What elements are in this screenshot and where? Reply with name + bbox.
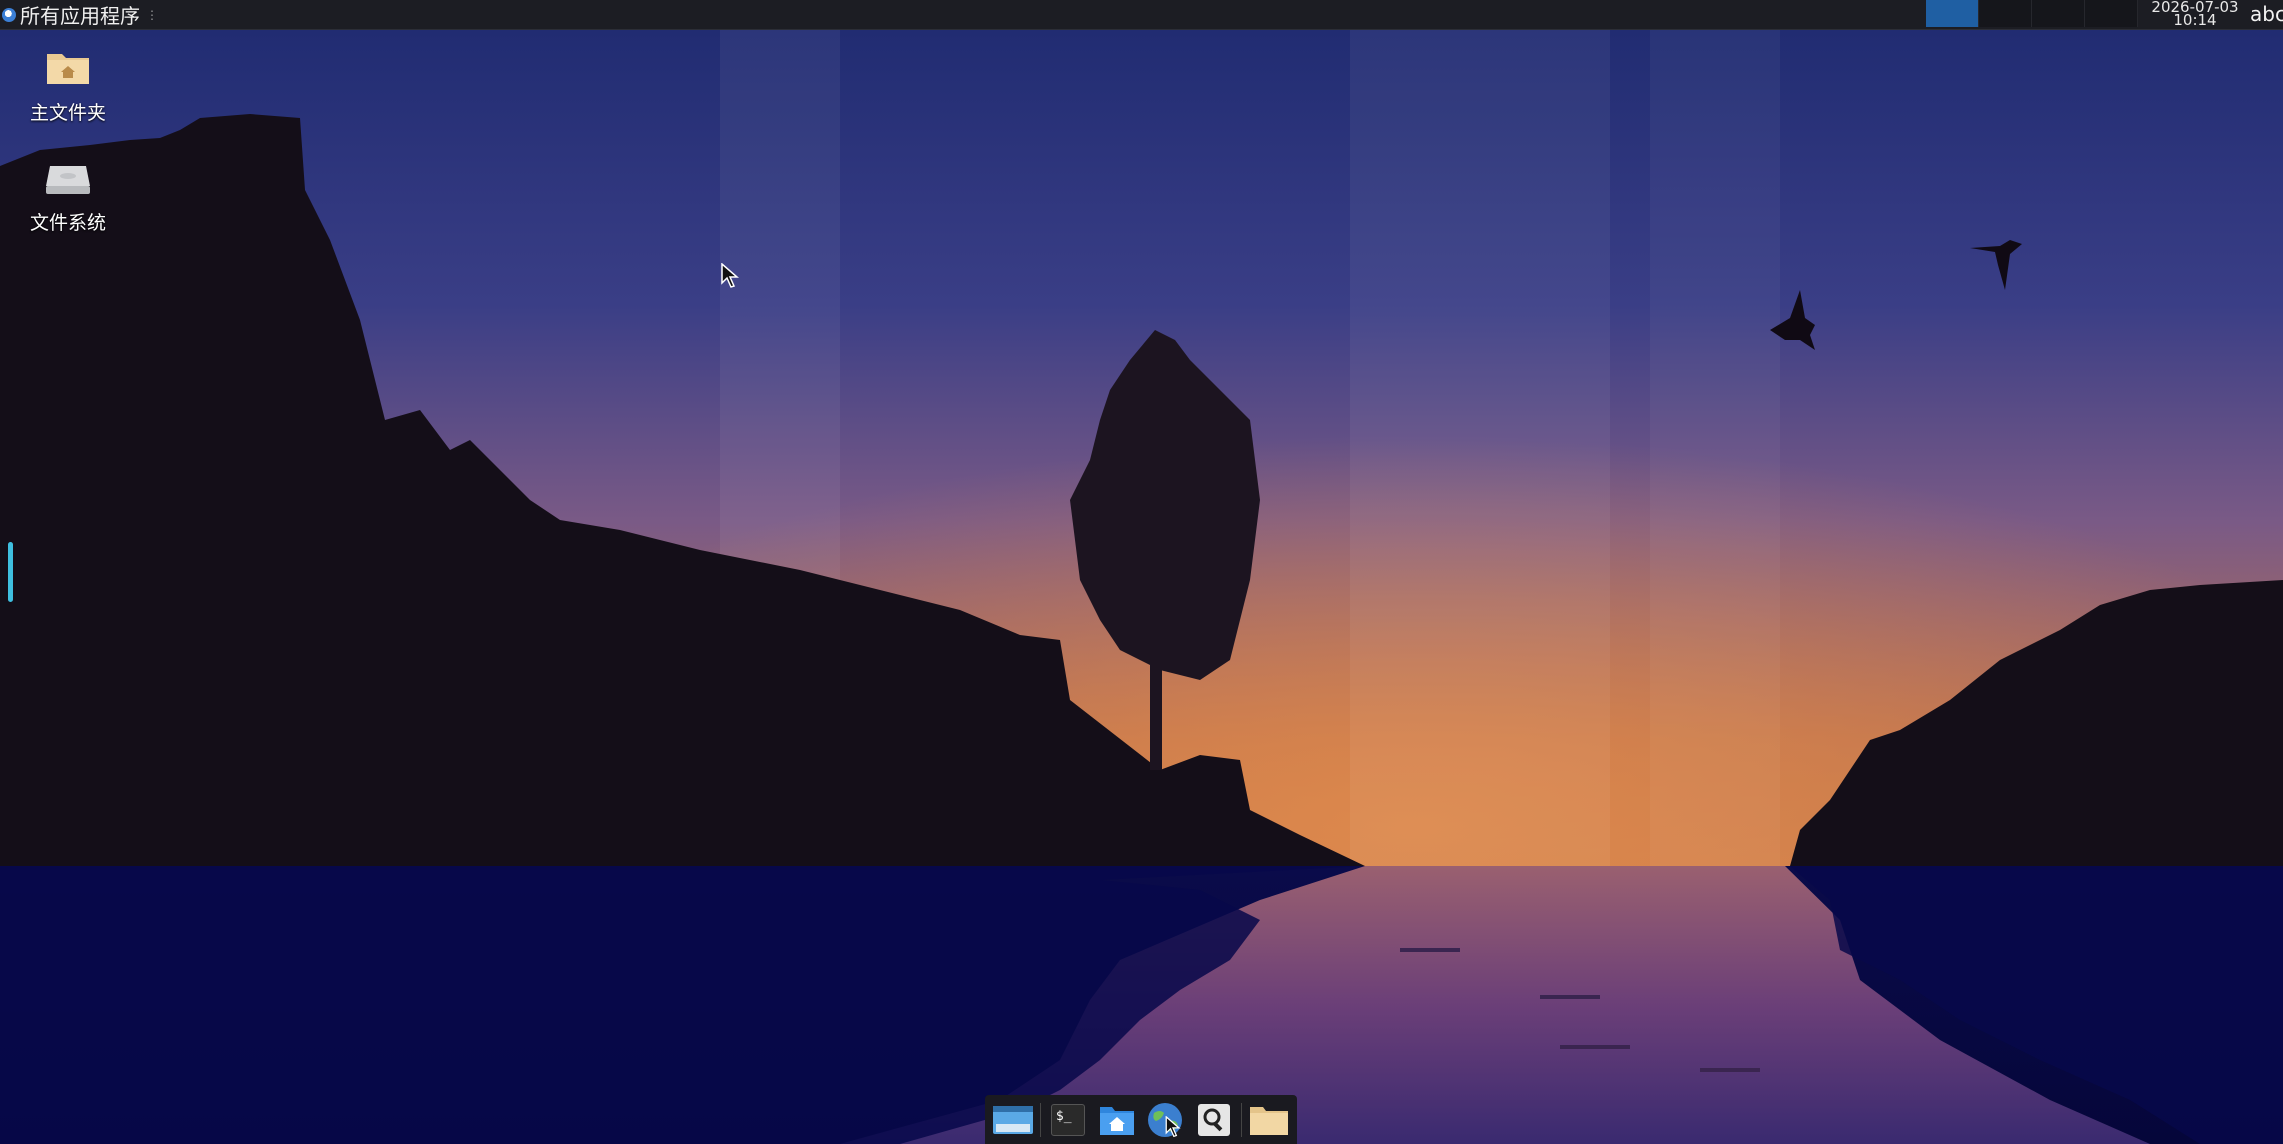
workspace-3[interactable] [2032, 0, 2085, 27]
wallpaper [0, 0, 2283, 1144]
desktop-icon-filesystem[interactable]: 文件系统 [13, 158, 123, 235]
home-folder-icon [1099, 1106, 1134, 1135]
xfce-logo-icon [2, 7, 16, 22]
dock-file-manager[interactable] [1247, 1100, 1291, 1140]
dock-show-desktop[interactable] [991, 1100, 1035, 1140]
applications-menu-label: 所有应用程序 [20, 4, 140, 28]
desktop-icon-label: 主文件夹 [29, 102, 106, 124]
desktop[interactable]: 所有应用程序 ⋮ 2026-07-03 10:14 abc 主文件夹 文件系统 … [0, 0, 2283, 1144]
applications-menu-button[interactable]: 所有应用程序 ⋮ [2, 0, 158, 29]
show-desktop-icon [993, 1105, 1034, 1134]
dock-app-finder[interactable] [1192, 1100, 1236, 1140]
dock: $_ [985, 1095, 1297, 1144]
dock-separator [1240, 1102, 1242, 1137]
clock[interactable]: 2026-07-03 10:14 [2140, 0, 2250, 29]
mouse-cursor-icon [1165, 1115, 1181, 1137]
home-folder-icon [47, 54, 89, 84]
top-panel: 所有应用程序 ⋮ 2026-07-03 10:14 abc [0, 0, 2283, 30]
workspace-switcher[interactable] [1926, 0, 2138, 29]
keyboard-layout-indicator[interactable]: abc [2250, 2, 2283, 26]
workspace-4[interactable] [2085, 0, 2138, 27]
dock-home-folder[interactable] [1095, 1100, 1139, 1140]
workspace-2[interactable] [1979, 0, 2032, 27]
dock-web-browser[interactable] [1143, 1100, 1187, 1140]
filesystem-drive-icon [46, 166, 90, 194]
mouse-cursor-icon [721, 263, 739, 288]
terminal-icon: $_ [1050, 1103, 1085, 1136]
folder-icon [1249, 1106, 1288, 1135]
desktop-icon-label: 文件系统 [29, 212, 106, 234]
workspace-1[interactable] [1926, 0, 1979, 27]
panel-handle-icon[interactable]: ⋮ [146, 8, 158, 22]
dock-separator [1040, 1102, 1042, 1137]
desktop-icon-home[interactable]: 主文件夹 [13, 48, 123, 125]
dock-terminal[interactable]: $_ [1046, 1100, 1090, 1140]
search-icon [1198, 1103, 1231, 1136]
panel-edge-indicator[interactable] [8, 542, 13, 602]
